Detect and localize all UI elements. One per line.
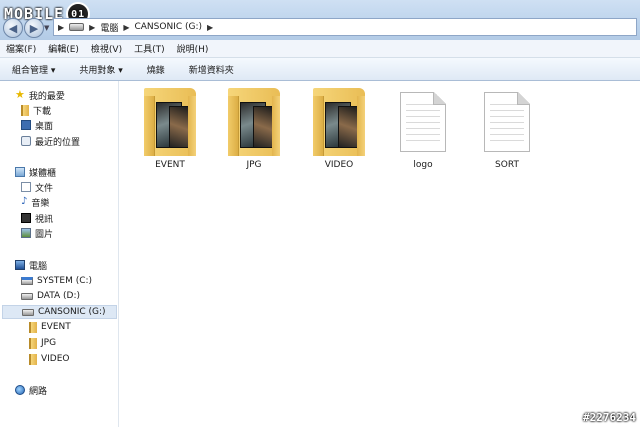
nav-drive-system[interactable]: SYSTEM (C:) [21, 274, 92, 288]
file-name: logo [413, 160, 433, 170]
file-name: VIDEO [324, 160, 354, 170]
nav-system-label: SYSTEM (C:) [37, 276, 93, 286]
data-drive-icon [21, 292, 33, 300]
nav-network-label: 網路 [29, 386, 48, 397]
nav-libraries-label: 媒體櫃 [29, 168, 57, 179]
nav-event-label: EVENT [41, 322, 71, 332]
title-bar: MOBILE 01 ◀ ▶ ▼ ▶ ▶ 電腦 ▶ CANSONIC (G:) ▶ [0, 0, 640, 40]
back-button[interactable]: ◀ [3, 18, 23, 38]
nav-folder-jpg[interactable]: JPG [29, 336, 56, 350]
burn-button[interactable]: 燒錄 [135, 63, 177, 76]
menu-edit[interactable]: 編輯(E) [42, 42, 85, 55]
documents-icon [21, 182, 31, 192]
folder-icon [228, 88, 280, 156]
drive-icon [69, 23, 85, 31]
document-icon [484, 92, 530, 152]
history-dropdown-icon[interactable]: ▼ [44, 24, 49, 32]
nav-downloads-label: 下載 [33, 106, 52, 117]
network-icon [15, 385, 25, 395]
file-name: EVENT [155, 160, 185, 170]
nav-computer[interactable]: 電腦 [15, 258, 47, 272]
crumb-separator-icon[interactable]: ▶ [207, 23, 213, 32]
folder-icon [29, 321, 37, 333]
nav-jpg-label: JPG [41, 338, 57, 348]
videos-icon [21, 213, 31, 223]
address-arrow-icon[interactable]: ▶ [58, 23, 64, 32]
nav-recent-label: 最近的位置 [35, 137, 81, 148]
nav-desktop[interactable]: 桌面 [21, 118, 53, 132]
file-item-jpg[interactable]: JPG [214, 88, 294, 170]
file-item-logo[interactable]: logo [383, 92, 463, 170]
nav-video-label: VIDEO [41, 354, 70, 364]
menu-bar: 檔案(F) 編輯(E) 檢視(V) 工具(T) 說明(H) [0, 40, 640, 58]
nav-favorites[interactable]: ★ 我的最愛 [15, 88, 65, 102]
photo-id-watermark: #2276234 [583, 411, 636, 424]
organize-button[interactable]: 組合管理 ▾ [0, 63, 67, 76]
command-toolbar: 組合管理 ▾ 共用對象 ▾ 燒錄 新增資料夾 [0, 58, 640, 81]
breadcrumb-computer[interactable]: 電腦 [100, 21, 118, 34]
libraries-icon [15, 167, 25, 177]
nav-desktop-label: 桌面 [35, 121, 54, 132]
desktop-icon [21, 120, 31, 130]
nav-cansonic-label: CANSONIC (G:) [38, 307, 106, 317]
nav-folder-video[interactable]: VIDEO [29, 352, 70, 366]
menu-tools[interactable]: 工具(T) [128, 42, 171, 55]
nav-videos[interactable]: 視訊 [21, 211, 53, 225]
downloads-folder-icon [21, 104, 29, 116]
removable-drive-icon [22, 308, 34, 316]
address-bar[interactable]: ▶ ▶ 電腦 ▶ CANSONIC (G:) ▶ [53, 18, 637, 36]
nav-recent-places[interactable]: 最近的位置 [21, 134, 80, 148]
menu-view[interactable]: 檢視(V) [85, 42, 128, 55]
nav-music[interactable]: ♪ 音樂 [21, 195, 49, 209]
nav-documents-label: 文件 [35, 183, 54, 194]
nav-downloads[interactable]: 下載 [21, 103, 51, 117]
pictures-icon [21, 228, 31, 238]
breadcrumb-cansonic[interactable]: CANSONIC (G:) [134, 22, 202, 32]
crumb-separator-icon[interactable]: ▶ [123, 23, 129, 32]
crumb-separator-icon: ▶ [89, 22, 96, 32]
new-folder-button[interactable]: 新增資料夾 [177, 63, 246, 76]
nav-videos-label: 視訊 [35, 214, 54, 225]
navigation-pane: ★ 我的最愛 下載 桌面 最近的位置 媒體櫃 文件 ♪ 音樂 視訊 圖片 電腦 … [0, 81, 119, 427]
nav-documents[interactable]: 文件 [21, 180, 53, 194]
nav-drive-cansonic[interactable]: CANSONIC (G:) [2, 305, 117, 319]
back-arrow-icon: ◀ [8, 21, 18, 35]
nav-computer-label: 電腦 [29, 261, 48, 272]
share-with-button[interactable]: 共用對象 ▾ [67, 63, 134, 76]
nav-libraries[interactable]: 媒體櫃 [15, 165, 56, 179]
nav-music-label: 音樂 [31, 198, 50, 209]
folder-icon [313, 88, 365, 156]
nav-folder-event[interactable]: EVENT [29, 320, 71, 334]
nav-network[interactable]: 網路 [15, 383, 47, 397]
computer-icon [15, 260, 25, 270]
star-icon: ★ [15, 88, 25, 101]
document-icon [400, 92, 446, 152]
file-name: SORT [495, 160, 519, 170]
folder-icon [144, 88, 196, 156]
nav-drive-data[interactable]: DATA (D:) [21, 289, 80, 303]
file-item-video[interactable]: VIDEO [299, 88, 379, 170]
folder-icon [29, 337, 37, 349]
forward-button[interactable]: ▶ [24, 18, 44, 38]
nav-pictures-label: 圖片 [35, 229, 54, 240]
nav-favorites-label: 我的最愛 [28, 91, 65, 102]
nav-pictures[interactable]: 圖片 [21, 226, 53, 240]
forward-arrow-icon: ▶ [29, 21, 39, 35]
nav-data-label: DATA (D:) [37, 291, 81, 301]
menu-file[interactable]: 檔案(F) [0, 42, 42, 55]
music-icon: ♪ [21, 196, 28, 207]
menu-help[interactable]: 說明(H) [171, 42, 215, 55]
system-drive-icon [21, 277, 33, 285]
file-name: JPG [246, 160, 262, 170]
file-item-event[interactable]: EVENT [130, 88, 210, 170]
recent-places-icon [21, 136, 31, 146]
file-item-sort[interactable]: SORT [467, 92, 547, 170]
folder-icon [29, 353, 37, 365]
